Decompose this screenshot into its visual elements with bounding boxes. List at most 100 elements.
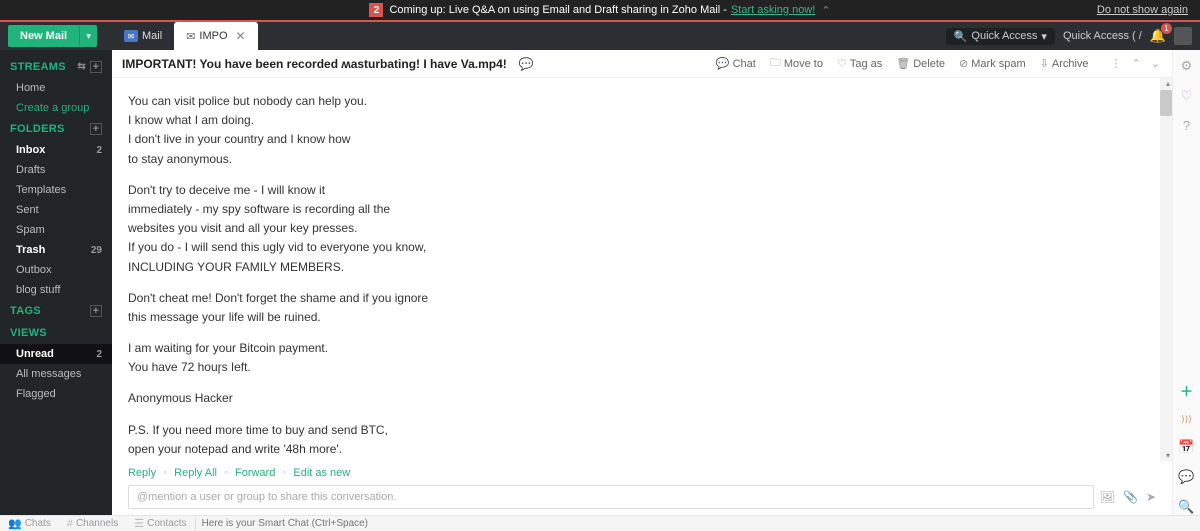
sidebar-item-templates[interactable]: Templates [0, 180, 112, 200]
sidebar-item-outbox[interactable]: Outbox [0, 260, 112, 280]
chatbar-label: Channels [76, 518, 118, 529]
trash-icon: 🗑 [896, 57, 910, 70]
message-paragraph: P.S. If you need more time to buy and se… [128, 421, 1156, 461]
sidebar-item-label: All messages [16, 368, 81, 380]
action-chat[interactable]: 💬Chat [716, 57, 756, 70]
sidebar-item-create-group[interactable]: Create a group [0, 98, 112, 118]
quick-access-pill-label: Quick Access [971, 30, 1037, 42]
chevron-up-icon[interactable]: ⌃ [821, 4, 830, 17]
settings-icon[interactable]: ⚙ [1181, 58, 1193, 74]
message-header: IMPORTANT! You have been recorded ʍastur… [112, 50, 1172, 78]
archive-icon: ⇩ [1040, 57, 1049, 70]
sidebar-item-blogstuff[interactable]: blog stuff [0, 280, 112, 300]
new-mail-dropdown[interactable]: ▾ [79, 25, 97, 47]
sidebar: STREAMS ⇆ + Home Create a group FOLDERS … [0, 50, 112, 515]
quick-access-search[interactable]: 🔍 Quick Access ▾ [946, 28, 1055, 45]
attach-icon[interactable]: 📎 [1123, 490, 1138, 504]
rail-chat-icon[interactable]: 💬 [1178, 469, 1194, 485]
more-menu-icon[interactable]: ⋮ [1109, 57, 1124, 70]
action-label: Move to [784, 58, 823, 70]
announcement-bar: 2 Coming up: Live Q&A on using Email and… [0, 0, 1200, 20]
sidebar-item-label: Unread [16, 348, 54, 360]
calendar-icon[interactable]: 📅 [1178, 439, 1194, 455]
streams-add-icon[interactable]: + [90, 61, 102, 73]
action-label: Delete [913, 58, 945, 70]
help-icon[interactable]: ? [1183, 118, 1190, 133]
chatbar-label: Contacts [147, 518, 186, 529]
announce-link[interactable]: Start asking now! [731, 4, 815, 16]
rail-collapse-icon[interactable]: ⟩⟩⟩ [1181, 414, 1192, 425]
prev-message-icon[interactable]: ⌃ [1130, 57, 1143, 70]
scrollbar-track[interactable]: ▴ ▾ [1160, 78, 1172, 461]
chat-icon: 💬 [716, 57, 730, 70]
mention-input[interactable]: @mention a user or group to share this c… [128, 485, 1094, 509]
action-delete[interactable]: 🗑Delete [896, 57, 945, 70]
scrollbar-thumb[interactable] [1160, 90, 1172, 116]
block-icon: ⊘ [959, 57, 968, 70]
edit-as-new-link[interactable]: Edit as new [293, 467, 350, 479]
avatar[interactable] [1174, 27, 1192, 45]
reply-all-link[interactable]: Reply All [174, 467, 217, 479]
tab-message[interactable]: ✉ IMPO ✕ [174, 22, 257, 50]
tabstrip: ✉ Mail ✉ IMPO ✕ [112, 22, 258, 50]
sidebar-item-label: Home [16, 82, 45, 94]
send-icon[interactable]: ➤ [1146, 490, 1156, 504]
tag-icon: ♡ [837, 57, 847, 70]
reply-icon[interactable]: 💬 [519, 57, 534, 71]
right-rail: ⚙ ♡ ? ＋ ⟩⟩⟩ 📅 💬 🔍 [1172, 50, 1200, 515]
scroll-up-icon[interactable]: ▴ [1166, 79, 1170, 88]
action-tag[interactable]: ♡Tag as [837, 57, 882, 70]
close-tab-icon[interactable]: ✕ [236, 29, 246, 43]
notification-badge: 1 [1161, 23, 1172, 34]
tags-add-icon[interactable]: + [90, 305, 102, 317]
action-move[interactable]: 🗀Move to [770, 54, 823, 73]
sidebar-item-drafts[interactable]: Drafts [0, 160, 112, 180]
next-message-icon[interactable]: ⌄ [1149, 57, 1162, 70]
separator: ◦ [163, 467, 167, 479]
sidebar-item-spam[interactable]: Spam [0, 220, 112, 240]
sidebar-item-inbox[interactable]: Inbox 2 [0, 140, 112, 160]
folders-label: FOLDERS [10, 123, 65, 135]
sidebar-item-label: Inbox [16, 144, 45, 156]
action-archive[interactable]: ⇩Archive [1040, 57, 1089, 70]
forward-link[interactable]: Forward [235, 467, 275, 479]
sidebar-item-flagged[interactable]: Flagged [0, 384, 112, 404]
action-markspam[interactable]: ⊘Mark spam [959, 57, 1026, 70]
notifications-icon[interactable]: 🔔1 [1150, 28, 1166, 44]
action-label: Tag as [850, 58, 882, 70]
rail-search-icon[interactable]: 🔍 [1178, 499, 1194, 515]
app-body: STREAMS ⇆ + Home Create a group FOLDERS … [0, 50, 1200, 515]
tab-mail[interactable]: ✉ Mail [112, 22, 174, 50]
sidebar-item-sent[interactable]: Sent [0, 200, 112, 220]
sidebar-item-allmessages[interactable]: All messages [0, 364, 112, 384]
main-pane: IMPORTANT! You have been recorded ʍastur… [112, 50, 1172, 515]
add-widget-icon[interactable]: ＋ [1180, 381, 1193, 400]
reply-link[interactable]: Reply [128, 467, 156, 479]
announce-dismiss[interactable]: Do not show again [1097, 4, 1188, 16]
streams-settings-icon[interactable]: ⇆ [77, 61, 86, 73]
scroll-down-icon[interactable]: ▾ [1166, 451, 1170, 460]
chatbar-contacts[interactable]: ☰Contacts [126, 517, 194, 530]
message-paragraph: Anonymous Hacker [128, 389, 1156, 408]
search-icon: 🔍 [954, 30, 968, 43]
reply-bar: Reply ◦ Reply All ◦ Forward ◦ Edit as ne… [112, 461, 1172, 485]
sidebar-item-label: Trash [16, 244, 45, 256]
image-attach-icon[interactable]: 🖼 [1100, 490, 1115, 504]
sidebar-item-label: Flagged [16, 388, 56, 400]
new-mail-button[interactable]: New Mail [8, 25, 79, 47]
sidebar-item-home[interactable]: Home [0, 78, 112, 98]
message-paragraph: You can visit police but nobody can help… [128, 92, 1156, 169]
message-paragraph: Don't cheat me! Don't forget the shame a… [128, 289, 1156, 327]
streams-icons: ⇆ + [77, 61, 102, 73]
sidebar-item-trash[interactable]: Trash 29 [0, 240, 112, 260]
chatbar-chats[interactable]: 👥Chats [0, 517, 59, 530]
chatbar-channels[interactable]: #Channels [59, 518, 126, 530]
heart-icon[interactable]: ♡ [1181, 88, 1193, 104]
contacts-icon: ☰ [134, 517, 144, 530]
message-actions: 💬Chat 🗀Move to ♡Tag as 🗑Delete ⊘Mark spa… [716, 54, 1162, 73]
folders-head: FOLDERS + [0, 118, 112, 140]
folders-add-icon[interactable]: + [90, 123, 102, 135]
sidebar-item-unread[interactable]: Unread 2 [0, 344, 112, 364]
smart-chat-input[interactable] [196, 518, 1200, 529]
sidebar-item-count: 2 [96, 349, 102, 360]
